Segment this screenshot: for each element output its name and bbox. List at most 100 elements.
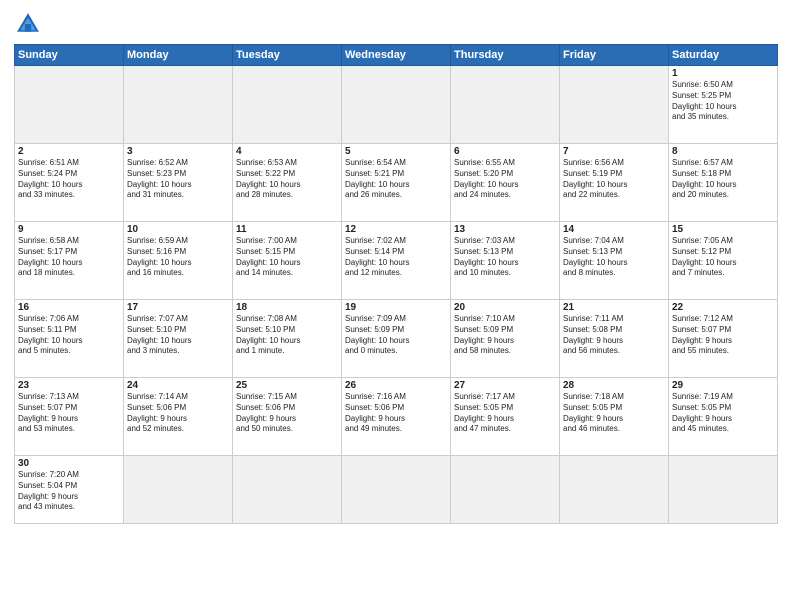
- logo: [14, 10, 46, 38]
- calendar-cell: [342, 456, 451, 524]
- day-number: 18: [236, 302, 338, 313]
- calendar-cell: 1Sunrise: 6:50 AM Sunset: 5:25 PM Daylig…: [669, 66, 778, 144]
- day-number: 17: [127, 302, 229, 313]
- day-info: Sunrise: 7:12 AM Sunset: 5:07 PM Dayligh…: [672, 314, 774, 357]
- calendar-cell: 30Sunrise: 7:20 AM Sunset: 5:04 PM Dayli…: [15, 456, 124, 524]
- calendar-cell: [124, 456, 233, 524]
- calendar-cell: [15, 66, 124, 144]
- calendar-cell: 14Sunrise: 7:04 AM Sunset: 5:13 PM Dayli…: [560, 222, 669, 300]
- calendar-cell: [669, 456, 778, 524]
- day-number: 21: [563, 302, 665, 313]
- day-number: 27: [454, 380, 556, 391]
- day-info: Sunrise: 6:59 AM Sunset: 5:16 PM Dayligh…: [127, 236, 229, 279]
- day-number: 23: [18, 380, 120, 391]
- day-info: Sunrise: 6:57 AM Sunset: 5:18 PM Dayligh…: [672, 158, 774, 201]
- day-number: 4: [236, 146, 338, 157]
- day-number: 26: [345, 380, 447, 391]
- day-info: Sunrise: 7:04 AM Sunset: 5:13 PM Dayligh…: [563, 236, 665, 279]
- calendar-cell: 22Sunrise: 7:12 AM Sunset: 5:07 PM Dayli…: [669, 300, 778, 378]
- calendar-cell: [560, 66, 669, 144]
- weekday-header-row: SundayMondayTuesdayWednesdayThursdayFrid…: [15, 45, 778, 66]
- calendar-cell: 23Sunrise: 7:13 AM Sunset: 5:07 PM Dayli…: [15, 378, 124, 456]
- day-info: Sunrise: 7:09 AM Sunset: 5:09 PM Dayligh…: [345, 314, 447, 357]
- calendar-cell: 5Sunrise: 6:54 AM Sunset: 5:21 PM Daylig…: [342, 144, 451, 222]
- calendar-cell: 18Sunrise: 7:08 AM Sunset: 5:10 PM Dayli…: [233, 300, 342, 378]
- day-info: Sunrise: 6:51 AM Sunset: 5:24 PM Dayligh…: [18, 158, 120, 201]
- day-number: 28: [563, 380, 665, 391]
- calendar-cell: 19Sunrise: 7:09 AM Sunset: 5:09 PM Dayli…: [342, 300, 451, 378]
- day-number: 16: [18, 302, 120, 313]
- calendar-cell: 4Sunrise: 6:53 AM Sunset: 5:22 PM Daylig…: [233, 144, 342, 222]
- day-info: Sunrise: 7:03 AM Sunset: 5:13 PM Dayligh…: [454, 236, 556, 279]
- day-number: 8: [672, 146, 774, 157]
- day-number: 22: [672, 302, 774, 313]
- day-info: Sunrise: 7:10 AM Sunset: 5:09 PM Dayligh…: [454, 314, 556, 357]
- day-number: 1: [672, 68, 774, 79]
- day-number: 9: [18, 224, 120, 235]
- day-number: 24: [127, 380, 229, 391]
- calendar-cell: 27Sunrise: 7:17 AM Sunset: 5:05 PM Dayli…: [451, 378, 560, 456]
- calendar-week-6: 30Sunrise: 7:20 AM Sunset: 5:04 PM Dayli…: [15, 456, 778, 524]
- weekday-header-saturday: Saturday: [669, 45, 778, 66]
- calendar-cell: 8Sunrise: 6:57 AM Sunset: 5:18 PM Daylig…: [669, 144, 778, 222]
- weekday-header-tuesday: Tuesday: [233, 45, 342, 66]
- day-number: 15: [672, 224, 774, 235]
- calendar-cell: [233, 456, 342, 524]
- calendar-cell: 26Sunrise: 7:16 AM Sunset: 5:06 PM Dayli…: [342, 378, 451, 456]
- calendar-cell: 15Sunrise: 7:05 AM Sunset: 5:12 PM Dayli…: [669, 222, 778, 300]
- day-number: 13: [454, 224, 556, 235]
- calendar-table: SundayMondayTuesdayWednesdayThursdayFrid…: [14, 44, 778, 524]
- day-number: 10: [127, 224, 229, 235]
- calendar-cell: 21Sunrise: 7:11 AM Sunset: 5:08 PM Dayli…: [560, 300, 669, 378]
- day-info: Sunrise: 7:15 AM Sunset: 5:06 PM Dayligh…: [236, 392, 338, 435]
- calendar-cell: 16Sunrise: 7:06 AM Sunset: 5:11 PM Dayli…: [15, 300, 124, 378]
- weekday-header-friday: Friday: [560, 45, 669, 66]
- calendar-week-1: 1Sunrise: 6:50 AM Sunset: 5:25 PM Daylig…: [15, 66, 778, 144]
- day-number: 29: [672, 380, 774, 391]
- day-number: 7: [563, 146, 665, 157]
- page: SundayMondayTuesdayWednesdayThursdayFrid…: [0, 0, 792, 612]
- day-info: Sunrise: 7:19 AM Sunset: 5:05 PM Dayligh…: [672, 392, 774, 435]
- calendar-cell: 17Sunrise: 7:07 AM Sunset: 5:10 PM Dayli…: [124, 300, 233, 378]
- day-info: Sunrise: 7:07 AM Sunset: 5:10 PM Dayligh…: [127, 314, 229, 357]
- calendar-cell: [560, 456, 669, 524]
- calendar-cell: [342, 66, 451, 144]
- day-number: 20: [454, 302, 556, 313]
- calendar-cell: 7Sunrise: 6:56 AM Sunset: 5:19 PM Daylig…: [560, 144, 669, 222]
- day-info: Sunrise: 7:13 AM Sunset: 5:07 PM Dayligh…: [18, 392, 120, 435]
- day-info: Sunrise: 7:14 AM Sunset: 5:06 PM Dayligh…: [127, 392, 229, 435]
- day-info: Sunrise: 7:11 AM Sunset: 5:08 PM Dayligh…: [563, 314, 665, 357]
- calendar-cell: 12Sunrise: 7:02 AM Sunset: 5:14 PM Dayli…: [342, 222, 451, 300]
- calendar-week-4: 16Sunrise: 7:06 AM Sunset: 5:11 PM Dayli…: [15, 300, 778, 378]
- day-info: Sunrise: 6:55 AM Sunset: 5:20 PM Dayligh…: [454, 158, 556, 201]
- day-info: Sunrise: 7:20 AM Sunset: 5:04 PM Dayligh…: [18, 470, 120, 513]
- day-number: 25: [236, 380, 338, 391]
- day-number: 2: [18, 146, 120, 157]
- calendar-cell: 11Sunrise: 7:00 AM Sunset: 5:15 PM Dayli…: [233, 222, 342, 300]
- day-info: Sunrise: 7:06 AM Sunset: 5:11 PM Dayligh…: [18, 314, 120, 357]
- day-number: 11: [236, 224, 338, 235]
- day-info: Sunrise: 7:05 AM Sunset: 5:12 PM Dayligh…: [672, 236, 774, 279]
- day-number: 3: [127, 146, 229, 157]
- day-info: Sunrise: 6:50 AM Sunset: 5:25 PM Dayligh…: [672, 80, 774, 123]
- header: [14, 10, 778, 38]
- day-number: 14: [563, 224, 665, 235]
- calendar-cell: 2Sunrise: 6:51 AM Sunset: 5:24 PM Daylig…: [15, 144, 124, 222]
- calendar-cell: 24Sunrise: 7:14 AM Sunset: 5:06 PM Dayli…: [124, 378, 233, 456]
- day-info: Sunrise: 7:16 AM Sunset: 5:06 PM Dayligh…: [345, 392, 447, 435]
- calendar-cell: 13Sunrise: 7:03 AM Sunset: 5:13 PM Dayli…: [451, 222, 560, 300]
- day-info: Sunrise: 7:02 AM Sunset: 5:14 PM Dayligh…: [345, 236, 447, 279]
- calendar-cell: 25Sunrise: 7:15 AM Sunset: 5:06 PM Dayli…: [233, 378, 342, 456]
- calendar-cell: 20Sunrise: 7:10 AM Sunset: 5:09 PM Dayli…: [451, 300, 560, 378]
- day-number: 19: [345, 302, 447, 313]
- weekday-header-sunday: Sunday: [15, 45, 124, 66]
- day-info: Sunrise: 7:00 AM Sunset: 5:15 PM Dayligh…: [236, 236, 338, 279]
- day-info: Sunrise: 6:52 AM Sunset: 5:23 PM Dayligh…: [127, 158, 229, 201]
- calendar-cell: 10Sunrise: 6:59 AM Sunset: 5:16 PM Dayli…: [124, 222, 233, 300]
- calendar-cell: 6Sunrise: 6:55 AM Sunset: 5:20 PM Daylig…: [451, 144, 560, 222]
- day-info: Sunrise: 6:58 AM Sunset: 5:17 PM Dayligh…: [18, 236, 120, 279]
- calendar-cell: [451, 456, 560, 524]
- calendar-cell: 29Sunrise: 7:19 AM Sunset: 5:05 PM Dayli…: [669, 378, 778, 456]
- day-info: Sunrise: 7:17 AM Sunset: 5:05 PM Dayligh…: [454, 392, 556, 435]
- calendar-cell: 28Sunrise: 7:18 AM Sunset: 5:05 PM Dayli…: [560, 378, 669, 456]
